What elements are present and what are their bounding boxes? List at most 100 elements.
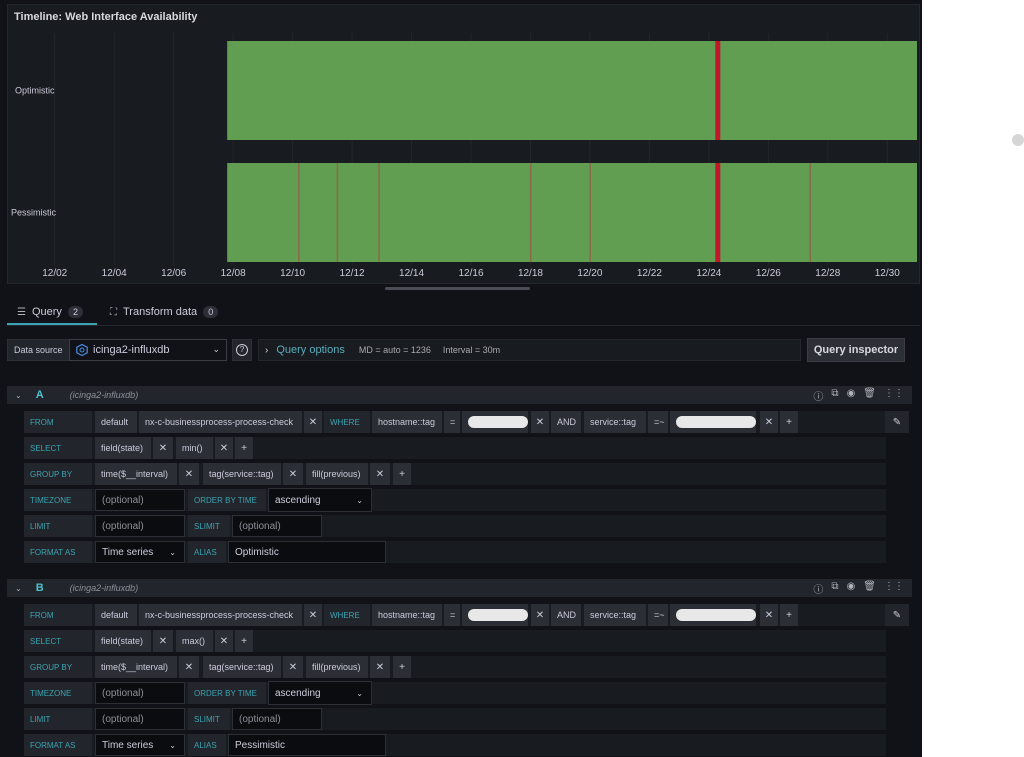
drag-handle-icon[interactable]: ⋮⋮ xyxy=(884,388,904,403)
add-condition-button[interactable]: + xyxy=(780,604,798,626)
select-function[interactable]: max() xyxy=(176,630,213,652)
limit-input[interactable]: (optional) xyxy=(95,515,185,537)
query-inspector-button[interactable]: Query inspector xyxy=(807,338,905,362)
remove-condition-button[interactable]: ✕ xyxy=(531,411,549,433)
chevron-down-icon[interactable]: ⌄ xyxy=(15,391,22,400)
add-select-button[interactable]: + xyxy=(235,437,253,459)
query-ref-id[interactable]: A xyxy=(36,389,44,401)
state-critical-marker[interactable] xyxy=(715,41,721,140)
help-icon[interactable]: ⓘ xyxy=(813,581,823,596)
chevron-down-icon[interactable]: ⌄ xyxy=(15,584,22,593)
group-by-time[interactable]: time($__interval) xyxy=(95,463,177,485)
help-icon[interactable]: ⓘ xyxy=(813,388,823,403)
data-source-picker[interactable]: icinga2-influxdb ⌄ xyxy=(69,339,227,361)
and-condition[interactable]: AND xyxy=(551,411,581,433)
tag-value-redacted[interactable] xyxy=(670,604,756,626)
measurement[interactable]: nx-c-businessprocess-process-check xyxy=(139,604,302,626)
remove-condition-button[interactable]: ✕ xyxy=(760,604,778,626)
alias-input[interactable]: Optimistic xyxy=(228,541,386,563)
remove-measurement-button[interactable]: ✕ xyxy=(304,604,322,626)
tag-value-redacted[interactable] xyxy=(462,411,528,433)
tag-key-hostname[interactable]: hostname::tag xyxy=(372,411,442,433)
eye-icon[interactable]: ◉ xyxy=(847,581,856,596)
remove-group-by-button[interactable]: ✕ xyxy=(179,656,199,678)
remove-group-by-button[interactable]: ✕ xyxy=(370,656,390,678)
remove-condition-button[interactable]: ✕ xyxy=(760,411,778,433)
tag-key-service[interactable]: service::tag xyxy=(584,604,646,626)
duplicate-icon[interactable]: ⧉ xyxy=(831,581,838,596)
add-select-button[interactable]: + xyxy=(235,630,253,652)
group-by-time[interactable]: time($__interval) xyxy=(95,656,177,678)
trash-icon[interactable]: 🗑 xyxy=(863,388,876,403)
state-change-marker[interactable] xyxy=(378,163,380,262)
remove-function-button[interactable]: ✕ xyxy=(215,437,233,459)
query-row-header[interactable]: ⌄ B (icinga2-influxdb) ⓘ ⧉ ◉ 🗑 ⋮⋮ xyxy=(7,579,912,597)
retention-policy[interactable]: default xyxy=(95,604,137,626)
eye-icon[interactable]: ◉ xyxy=(847,388,856,403)
tag-value-redacted[interactable] xyxy=(670,411,756,433)
drag-handle-icon[interactable]: ⋮⋮ xyxy=(884,581,904,596)
slimit-input[interactable]: (optional) xyxy=(232,515,322,537)
remove-group-by-button[interactable]: ✕ xyxy=(283,656,303,678)
slimit-input[interactable]: (optional) xyxy=(232,708,322,730)
select-field[interactable]: field(state) xyxy=(95,630,151,652)
remove-function-button[interactable]: ✕ xyxy=(215,630,233,652)
tag-operator[interactable]: = xyxy=(444,411,460,433)
select-function[interactable]: min() xyxy=(176,437,213,459)
format-select[interactable]: Time series ⌄ xyxy=(95,734,185,756)
alias-input[interactable]: Pessimistic xyxy=(228,734,386,756)
state-band-ok[interactable] xyxy=(227,163,918,262)
format-select[interactable]: Time series ⌄ xyxy=(95,541,185,563)
tab-query[interactable]: ☰ Query 2 xyxy=(17,300,83,324)
edit-raw-query-button[interactable]: ✎ xyxy=(885,604,909,626)
tag-value-redacted[interactable] xyxy=(462,604,528,626)
state-change-marker[interactable] xyxy=(529,163,532,262)
remove-measurement-button[interactable]: ✕ xyxy=(304,411,322,433)
group-by-tag[interactable]: tag(service::tag) xyxy=(203,656,281,678)
format-row: FORMAT AS Time series ⌄ ALIAS Pessimistic xyxy=(24,734,886,756)
state-change-marker[interactable] xyxy=(336,163,339,262)
remove-field-button[interactable]: ✕ xyxy=(153,630,173,652)
group-by-tag[interactable]: tag(service::tag) xyxy=(203,463,281,485)
state-change-marker[interactable] xyxy=(809,163,811,262)
duplicate-icon[interactable]: ⧉ xyxy=(831,388,838,403)
query-options-title[interactable]: Query options xyxy=(276,344,344,356)
tag-operator[interactable]: = xyxy=(444,604,460,626)
remove-condition-button[interactable]: ✕ xyxy=(531,604,549,626)
remove-group-by-button[interactable]: ✕ xyxy=(370,463,390,485)
edit-raw-query-button[interactable]: ✎ xyxy=(885,411,909,433)
query-options-bar[interactable]: › Query options MD = auto = 1236 Interva… xyxy=(258,339,801,361)
trash-icon[interactable]: 🗑 xyxy=(863,581,876,596)
add-group-by-button[interactable]: + xyxy=(393,463,411,485)
limit-input[interactable]: (optional) xyxy=(95,708,185,730)
add-condition-button[interactable]: + xyxy=(780,411,798,433)
query-row-header[interactable]: ⌄ A (icinga2-influxdb) ⓘ ⧉ ◉ 🗑 ⋮⋮ xyxy=(7,386,912,404)
timezone-input[interactable]: (optional) xyxy=(95,489,185,511)
select-field[interactable]: field(state) xyxy=(95,437,151,459)
order-by-select[interactable]: ascending ⌄ xyxy=(268,488,372,512)
help-icon: ? xyxy=(236,344,248,356)
timezone-input[interactable]: (optional) xyxy=(95,682,185,704)
remove-field-button[interactable]: ✕ xyxy=(153,437,173,459)
tag-operator-regex[interactable]: =~ xyxy=(648,411,668,433)
state-critical-marker[interactable] xyxy=(715,163,721,262)
remove-group-by-button[interactable]: ✕ xyxy=(283,463,303,485)
tag-key-hostname[interactable]: hostname::tag xyxy=(372,604,442,626)
add-group-by-button[interactable]: + xyxy=(393,656,411,678)
and-condition[interactable]: AND xyxy=(551,604,581,626)
state-band-ok[interactable] xyxy=(227,41,918,140)
retention-policy[interactable]: default xyxy=(95,411,137,433)
panel-resize-handle[interactable] xyxy=(385,287,530,290)
state-change-marker[interactable] xyxy=(298,163,300,262)
measurement[interactable]: nx-c-businessprocess-process-check xyxy=(139,411,302,433)
state-change-marker[interactable] xyxy=(589,163,591,262)
tag-operator-regex[interactable]: =~ xyxy=(648,604,668,626)
order-by-select[interactable]: ascending ⌄ xyxy=(268,681,372,705)
remove-group-by-button[interactable]: ✕ xyxy=(179,463,199,485)
tab-transform-data[interactable]: ⛶ Transform data 0 xyxy=(110,300,219,324)
group-by-fill[interactable]: fill(previous) xyxy=(306,463,368,485)
group-by-fill[interactable]: fill(previous) xyxy=(306,656,368,678)
tag-key-service[interactable]: service::tag xyxy=(584,411,646,433)
data-source-help-button[interactable]: ? xyxy=(232,339,252,361)
query-ref-id[interactable]: B xyxy=(36,582,44,594)
